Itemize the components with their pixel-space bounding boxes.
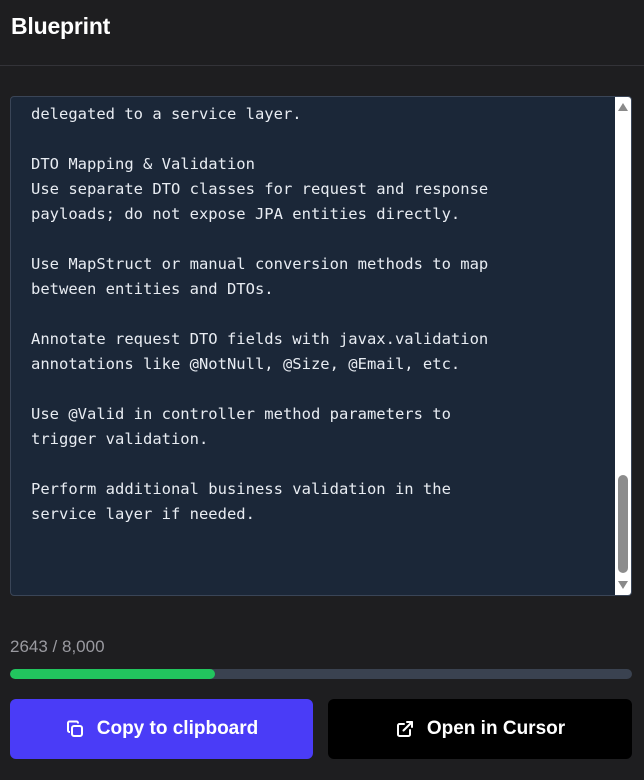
copy-icon — [65, 719, 85, 739]
text-line: payloads; do not expose JPA entities dir… — [31, 205, 461, 223]
app-header: Blueprint — [0, 0, 644, 66]
blueprint-text-content[interactable]: Keep controllers lean. Business logic mu… — [31, 97, 611, 527]
text-line — [31, 377, 611, 402]
external-link-icon — [395, 719, 415, 739]
text-line: Annotate request DTO fields with javax.v… — [31, 330, 489, 348]
text-line — [31, 127, 611, 152]
text-line: trigger validation. — [31, 430, 209, 448]
text-line: Use separate DTO classes for request and… — [31, 180, 489, 198]
text-line — [31, 227, 611, 252]
text-line — [31, 302, 611, 327]
text-line: delegated to a service layer. — [31, 105, 302, 123]
text-line: DTO Mapping & Validation — [31, 155, 255, 173]
app-title: Blueprint — [11, 13, 111, 39]
scroll-down-arrow-icon[interactable] — [618, 581, 628, 589]
character-counter: 2643 / 8,000 — [10, 637, 105, 656]
scroll-up-arrow-icon[interactable] — [618, 103, 628, 111]
text-line — [31, 452, 611, 477]
text-line: between entities and DTOs. — [31, 280, 274, 298]
open-in-cursor-button[interactable]: Open in Cursor — [328, 699, 632, 759]
vertical-scrollbar[interactable] — [615, 97, 631, 595]
character-progress-bar — [10, 669, 632, 679]
scroll-thumb[interactable] — [618, 475, 628, 573]
character-progress-fill — [10, 669, 216, 679]
blueprint-text-area[interactable]: Keep controllers lean. Business logic mu… — [10, 96, 632, 596]
text-line: annotations like @NotNull, @Size, @Email… — [31, 355, 461, 373]
text-line: Perform additional business validation i… — [31, 480, 451, 498]
copy-to-clipboard-button[interactable]: Copy to clipboard — [10, 699, 313, 759]
text-line: Use @Valid in controller method paramete… — [31, 405, 451, 423]
copy-to-clipboard-label: Copy to clipboard — [96, 718, 259, 739]
open-in-cursor-label: Open in Cursor — [426, 718, 566, 739]
text-line: service layer if needed. — [31, 505, 255, 523]
text-line: Use MapStruct or manual conversion metho… — [31, 255, 489, 273]
